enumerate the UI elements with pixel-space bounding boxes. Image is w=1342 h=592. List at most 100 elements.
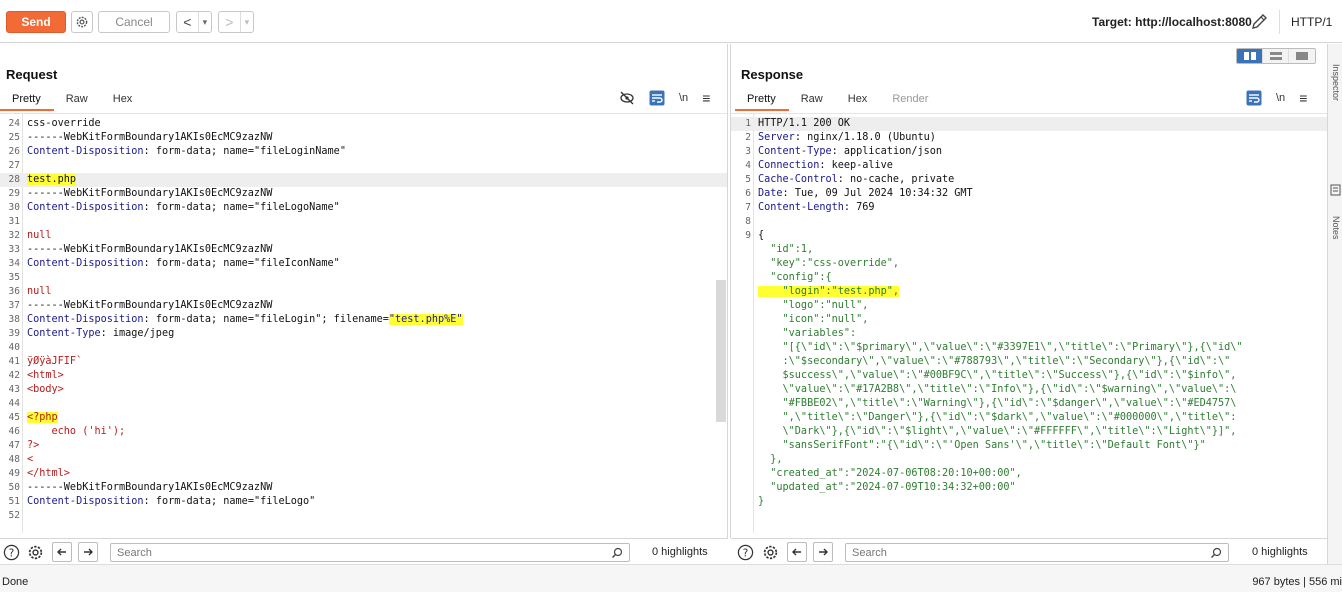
layout-side-by-side-button[interactable] — [1237, 49, 1263, 63]
code-line: 27 — [0, 159, 727, 173]
code-line: \"value\":\"#17A2B8\",\"title\":\"Info\"… — [731, 383, 1327, 397]
code-value: "id":1, — [758, 244, 814, 255]
response-help-button[interactable]: ? — [736, 543, 754, 561]
code-text: css-override — [27, 117, 101, 131]
code-line: 6 Date: Tue, 09 Jul 2024 10:34:32 GMT — [731, 187, 1327, 201]
svg-text:?: ? — [8, 547, 14, 559]
code-line: 31 — [0, 215, 727, 229]
line-number: 26 — [8, 146, 20, 157]
line-number: 29 — [8, 188, 20, 199]
code-value: "icon":"null", — [758, 314, 869, 325]
code-value: } — [758, 496, 765, 507]
code-text: ------WebKitFormBoundary1AKIs0EcMC9zazNW — [27, 481, 272, 495]
code-line: 33 ------WebKitFormBoundary1AKIs0EcMC9zaz… — [0, 243, 727, 257]
search-icon — [1211, 547, 1222, 558]
code-value: }, — [758, 454, 783, 465]
arrow-left-icon — [57, 548, 66, 556]
tab-response-hex[interactable]: Hex — [836, 89, 881, 111]
response-wrap-lines-button[interactable] — [1246, 90, 1262, 106]
forward-history-dropdown[interactable]: ▾ — [239, 12, 253, 32]
tab-request-hex[interactable]: Hex — [101, 89, 146, 111]
code-text: "created_at":"2024-07-06T08:20:10+00:00"… — [758, 467, 1021, 481]
code-text: null — [27, 285, 52, 299]
request-view-controls: \n ≡ — [619, 90, 710, 106]
request-panel: Request Pretty Raw Hex \n ≡ 24 css-overri… — [0, 44, 728, 538]
previous-match-button[interactable] — [52, 542, 72, 562]
arrow-right-icon — [819, 548, 828, 556]
request-menu-button[interactable]: ≡ — [702, 90, 710, 106]
response-menu-button[interactable]: ≡ — [1299, 90, 1307, 106]
code-value: "sansSerifFont":"{\"id\":\"'Open Sans'\"… — [758, 440, 1206, 451]
search-settings-button[interactable] — [26, 543, 44, 561]
layout-top-bottom-button[interactable] — [1263, 49, 1289, 63]
code-line: "logo":"null", — [731, 299, 1327, 313]
code-line: 52 — [0, 509, 727, 523]
inspector-tab[interactable]: Inspector — [1331, 64, 1341, 101]
header-name: Cache-Control — [758, 174, 838, 185]
columns-icon — [1243, 52, 1256, 60]
response-size: 967 bytes | 556 mi — [1252, 576, 1342, 588]
back-nav[interactable]: < ▾ — [176, 11, 212, 33]
notes-tab[interactable]: Notes — [1331, 216, 1341, 240]
code-text: $success\",\"value\":\"#00BF9C\",\"title… — [758, 369, 1237, 383]
response-editor[interactable]: 1 HTTP/1.1 200 OK 2 Server: nginx/1.18.0 (U… — [731, 113, 1327, 533]
tabs-icon — [1296, 52, 1308, 60]
code-text: ÿØÿàJFIF` — [27, 355, 82, 369]
help-button[interactable]: ? — [2, 543, 20, 561]
code-value: ------WebKitFormBoundary1AKIs0EcMC9zazNW — [27, 482, 273, 493]
status-bar: Done 967 bytes | 556 mi — [0, 564, 1342, 592]
cancel-button[interactable]: Cancel — [98, 11, 170, 33]
request-tabs: Pretty Raw Hex — [0, 89, 145, 111]
request-search-input[interactable]: Search — [110, 543, 630, 562]
request-scrollbar[interactable] — [716, 280, 726, 422]
code-value: "logo":"null", — [758, 300, 869, 311]
hide-nonprintable-button[interactable] — [619, 90, 635, 106]
code-text: Content-Disposition: form-data; name="fi… — [27, 145, 346, 159]
show-newlines-button[interactable]: \n — [679, 90, 688, 106]
response-search-settings-button[interactable] — [761, 543, 779, 561]
code-value: echo ('hi'); — [27, 426, 126, 437]
code-value: : form-data; name="fileLogo" — [143, 496, 316, 507]
code-line: 1 HTTP/1.1 200 OK — [731, 117, 1327, 131]
code-text: \"Dark\"},{\"id\":\"$light\",\"value\":\… — [758, 425, 1237, 439]
tab-response-render[interactable]: Render — [880, 89, 941, 111]
http-version-selector[interactable]: HTTP/1 — [1291, 15, 1332, 29]
response-show-newlines-button[interactable]: \n — [1276, 90, 1285, 106]
code-text: Content-Length: 769 — [758, 201, 875, 215]
code-line: 45 <?php — [0, 411, 727, 425]
code-line: "id":1, — [731, 243, 1327, 257]
line-number: 25 — [8, 132, 20, 143]
tab-response-pretty[interactable]: Pretty — [735, 89, 789, 111]
request-editor[interactable]: 24 css-override 25 ------WebKitFormBoundary… — [0, 113, 727, 533]
tab-response-raw[interactable]: Raw — [789, 89, 836, 111]
code-text: ------WebKitFormBoundary1AKIs0EcMC9zazNW — [27, 299, 272, 313]
header-name: Content-Disposition — [27, 146, 144, 157]
target-label: Target: http://localhost:8080 — [1092, 15, 1252, 29]
code-value: "#FBBE02\",\"title\":\"Warning\"},{\"id\… — [758, 398, 1237, 409]
line-number: 44 — [8, 398, 20, 409]
settings-button[interactable] — [71, 11, 93, 33]
code-text: ------WebKitFormBoundary1AKIs0EcMC9zazNW — [27, 187, 272, 201]
forward-button[interactable]: > — [219, 14, 240, 30]
tab-request-raw[interactable]: Raw — [54, 89, 101, 111]
code-value: : form-data; name="fileLogin"; filename= — [143, 314, 389, 325]
response-search-input[interactable]: Search — [845, 543, 1229, 562]
send-button[interactable]: Send — [6, 11, 66, 33]
response-previous-match-button[interactable] — [787, 542, 807, 562]
next-match-button[interactable] — [78, 542, 98, 562]
header-name: Content-Disposition — [27, 496, 144, 507]
response-panel: Response Pretty Raw Hex Render \n ≡ 1 HTT… — [730, 44, 1327, 538]
wrap-lines-button[interactable] — [649, 90, 665, 106]
edit-target-button[interactable] — [1249, 12, 1269, 32]
line-number: 50 — [8, 482, 20, 493]
code-text: "#FBBE02\",\"title\":\"Warning\"},{\"id\… — [758, 397, 1237, 411]
tab-request-pretty[interactable]: Pretty — [0, 89, 54, 111]
code-line: "variables": — [731, 327, 1327, 341]
back-history-dropdown[interactable]: ▾ — [197, 12, 211, 32]
response-next-match-button[interactable] — [813, 542, 833, 562]
forward-nav[interactable]: > ▾ — [218, 11, 254, 33]
code-line: 46 echo ('hi'); — [0, 425, 727, 439]
code-text: "[{\"id\":\"$primary\",\"value\":\"#3397… — [758, 341, 1243, 355]
layout-tabs-button[interactable] — [1289, 49, 1315, 63]
back-button[interactable]: < — [177, 14, 198, 30]
